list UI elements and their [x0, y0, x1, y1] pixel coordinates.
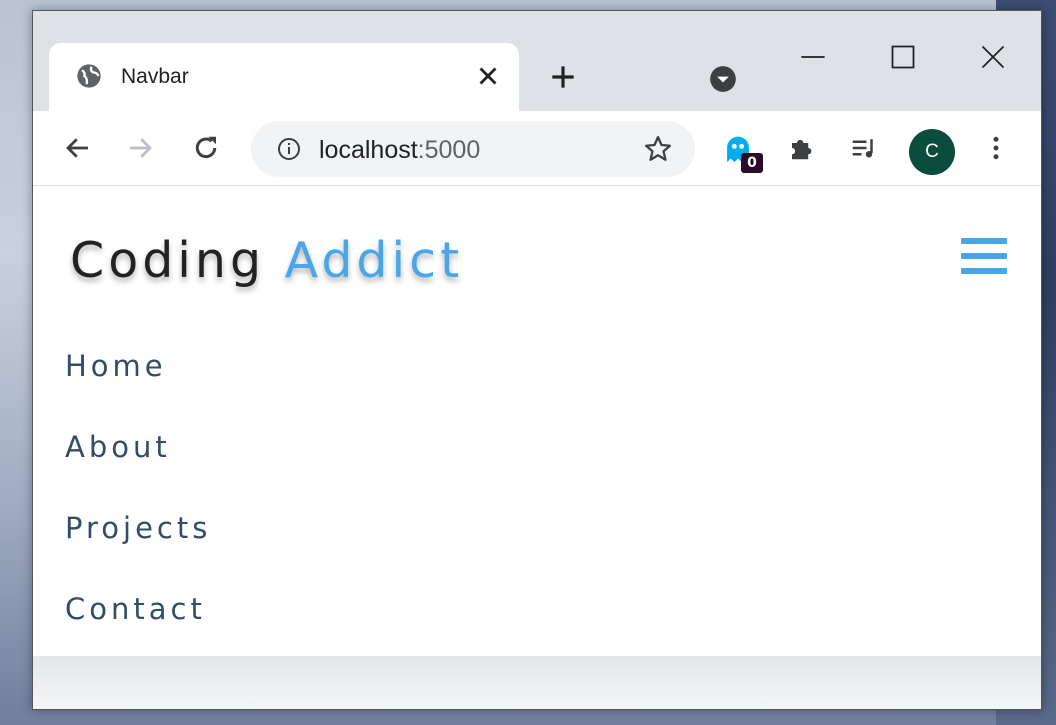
info-icon[interactable]	[277, 137, 301, 161]
nav-item-projects: Projects	[65, 508, 211, 589]
url-port: :5000	[417, 136, 481, 164]
brand-first-word: Coding	[70, 232, 266, 289]
nav-link-about[interactable]: About	[65, 427, 171, 467]
nav-link-projects[interactable]: Projects	[65, 508, 211, 548]
nav-item-about: About	[65, 427, 211, 508]
brand-logo[interactable]: Coding Addict	[70, 232, 463, 289]
reload-icon[interactable]	[191, 133, 221, 163]
maximize-icon[interactable]	[889, 43, 917, 71]
browser-window: Navbar localhost:5000 0 C Coding Addict …	[32, 10, 1042, 710]
nav-link-home[interactable]: Home	[65, 346, 167, 386]
forward-icon[interactable]	[125, 133, 155, 163]
star-icon[interactable]	[643, 134, 673, 164]
puzzle-icon[interactable]	[787, 133, 817, 163]
tab-strip: Navbar	[33, 11, 1041, 111]
minimize-icon[interactable]	[799, 43, 827, 71]
back-icon[interactable]	[63, 133, 93, 163]
tab-title: Navbar	[121, 65, 189, 88]
hamburger-bar	[961, 238, 1007, 244]
new-tab-icon[interactable]	[547, 61, 579, 93]
brand-second-word: Addict	[284, 232, 464, 289]
url-text[interactable]: localhost:5000	[319, 136, 480, 165]
nav-links: Home About Projects Contact	[65, 346, 211, 670]
globe-icon	[77, 64, 101, 88]
nav-item-home: Home	[65, 346, 211, 427]
tab-close-icon[interactable]	[473, 61, 503, 91]
browser-toolbar: localhost:5000 0 C	[33, 111, 1041, 186]
hamburger-bar	[961, 253, 1007, 259]
nav-toggle-button[interactable]	[961, 238, 1007, 280]
tab-navbar[interactable]: Navbar	[49, 43, 519, 111]
extension-badge: 0	[741, 153, 763, 173]
url-host: localhost	[319, 136, 418, 164]
kebab-menu-icon[interactable]	[981, 133, 1011, 163]
address-bar[interactable]: localhost:5000	[251, 121, 695, 177]
profile-avatar[interactable]: C	[909, 129, 955, 175]
close-icon[interactable]	[979, 43, 1007, 71]
nav-link-contact[interactable]: Contact	[65, 589, 206, 629]
page-bottom-area	[33, 656, 1041, 709]
media-queue-icon[interactable]	[849, 133, 879, 163]
hamburger-bar	[961, 268, 1007, 274]
tab-search-icon[interactable]	[709, 65, 737, 93]
ghost-extension-icon[interactable]: 0	[723, 133, 763, 173]
page-viewport: Coding Addict Home About Projects Contac…	[33, 186, 1041, 656]
